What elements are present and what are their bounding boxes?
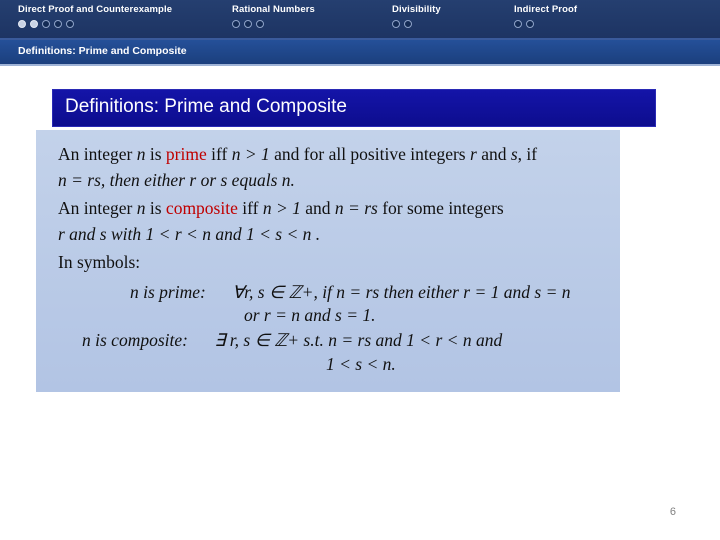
section-ribbon-label: Definitions: Prime and Composite [18, 45, 187, 57]
nav-progress-dots[interactable] [18, 20, 172, 28]
text-fragment: for some integers [377, 198, 504, 218]
math-n-eq-rs: n = rs [334, 198, 378, 218]
definition-composite-line-2: r and s with 1 < r < n and 1 < s < n . [58, 224, 321, 244]
symbolic-composite-expression: ∃ r, s ∈ ℤ+ s.t. n = rs and 1 < r < n an… [214, 330, 503, 350]
definition-content-panel: An integer n is prime iff n > 1 and for … [36, 130, 620, 392]
nav-group-label: Divisibility [392, 4, 441, 15]
nav-dot[interactable] [392, 20, 400, 28]
nav-group-rational-numbers[interactable]: Rational Numbers [232, 4, 315, 28]
definition-prime-line-1: An integer n is prime iff n > 1 and for … [58, 144, 537, 165]
symbolic-prime-row: n is prime: ∀r, s ∈ ℤ+, if n = rs then e… [130, 282, 571, 303]
symbolic-prime-expression-continued: or r = n and s = 1. [244, 305, 376, 325]
symbolic-prime-label: n is prime: [130, 282, 206, 302]
text-fragment: is [145, 144, 166, 164]
nav-dot[interactable] [30, 20, 38, 28]
nav-group-label: Rational Numbers [232, 4, 315, 15]
symbolic-prime-expression: ∀r, s ∈ ℤ+, if n = rs then either r = 1 … [232, 282, 571, 302]
text-fragment: , if [517, 144, 538, 164]
variable-s: s [510, 144, 518, 164]
page-number: 6 [669, 506, 676, 518]
text-fragment: and [300, 198, 335, 218]
ribbon-bottom-rule [0, 64, 720, 66]
math-n-gt-1: n > 1 [262, 198, 301, 218]
math-n-gt-1: n > 1 [231, 144, 270, 164]
text-fragment: iff [206, 144, 232, 164]
symbolic-composite-row: n is composite: ∃ r, s ∈ ℤ+ s.t. n = rs … [82, 330, 502, 351]
nav-group-divisibility[interactable]: Divisibility [392, 4, 441, 28]
text-fragment: iff [237, 198, 263, 218]
symbolic-composite-label: n is composite: [82, 330, 188, 350]
nav-progress-dots[interactable] [232, 20, 315, 28]
nav-dot[interactable] [54, 20, 62, 28]
keyword-composite: composite [165, 198, 238, 218]
nav-dot[interactable] [404, 20, 412, 28]
nav-progress-dots[interactable] [514, 20, 577, 28]
nav-progress-dots[interactable] [392, 20, 441, 28]
nav-group-direct-proof[interactable]: Direct Proof and Counterexample [18, 4, 172, 28]
nav-dot[interactable] [66, 20, 74, 28]
slide-title-box: Definitions: Prime and Composite [52, 89, 656, 127]
slide: Direct Proof and Counterexample Rational… [0, 0, 720, 540]
nav-dot[interactable] [256, 20, 264, 28]
nav-dot[interactable] [42, 20, 50, 28]
page-title: Definitions: Prime and Composite [65, 96, 347, 117]
text-fragment: and [476, 144, 511, 164]
nav-group-label: Direct Proof and Counterexample [18, 4, 173, 15]
text-fragment: An integer [58, 144, 137, 164]
definition-prime-line-2: n = rs, then either r or s equals n. [58, 170, 295, 190]
variable-r: r [470, 144, 477, 164]
symbolic-composite-expression-continued: 1 < s < n. [326, 354, 396, 374]
text-fragment: and for all positive integers [269, 144, 470, 164]
definition-composite-line-1: An integer n is composite iff n > 1 and … [58, 198, 504, 219]
nav-group-indirect-proof[interactable]: Indirect Proof [514, 4, 577, 28]
nav-dot[interactable] [232, 20, 240, 28]
nav-dot[interactable] [244, 20, 252, 28]
keyword-prime: prime [165, 144, 207, 164]
nav-group-label: Indirect Proof [514, 4, 578, 15]
in-symbols-label: In symbols: [58, 252, 141, 272]
text-fragment: is [145, 198, 166, 218]
text-fragment: An integer [58, 198, 137, 218]
nav-dot[interactable] [526, 20, 534, 28]
nav-dot[interactable] [514, 20, 522, 28]
nav-dot[interactable] [18, 20, 26, 28]
